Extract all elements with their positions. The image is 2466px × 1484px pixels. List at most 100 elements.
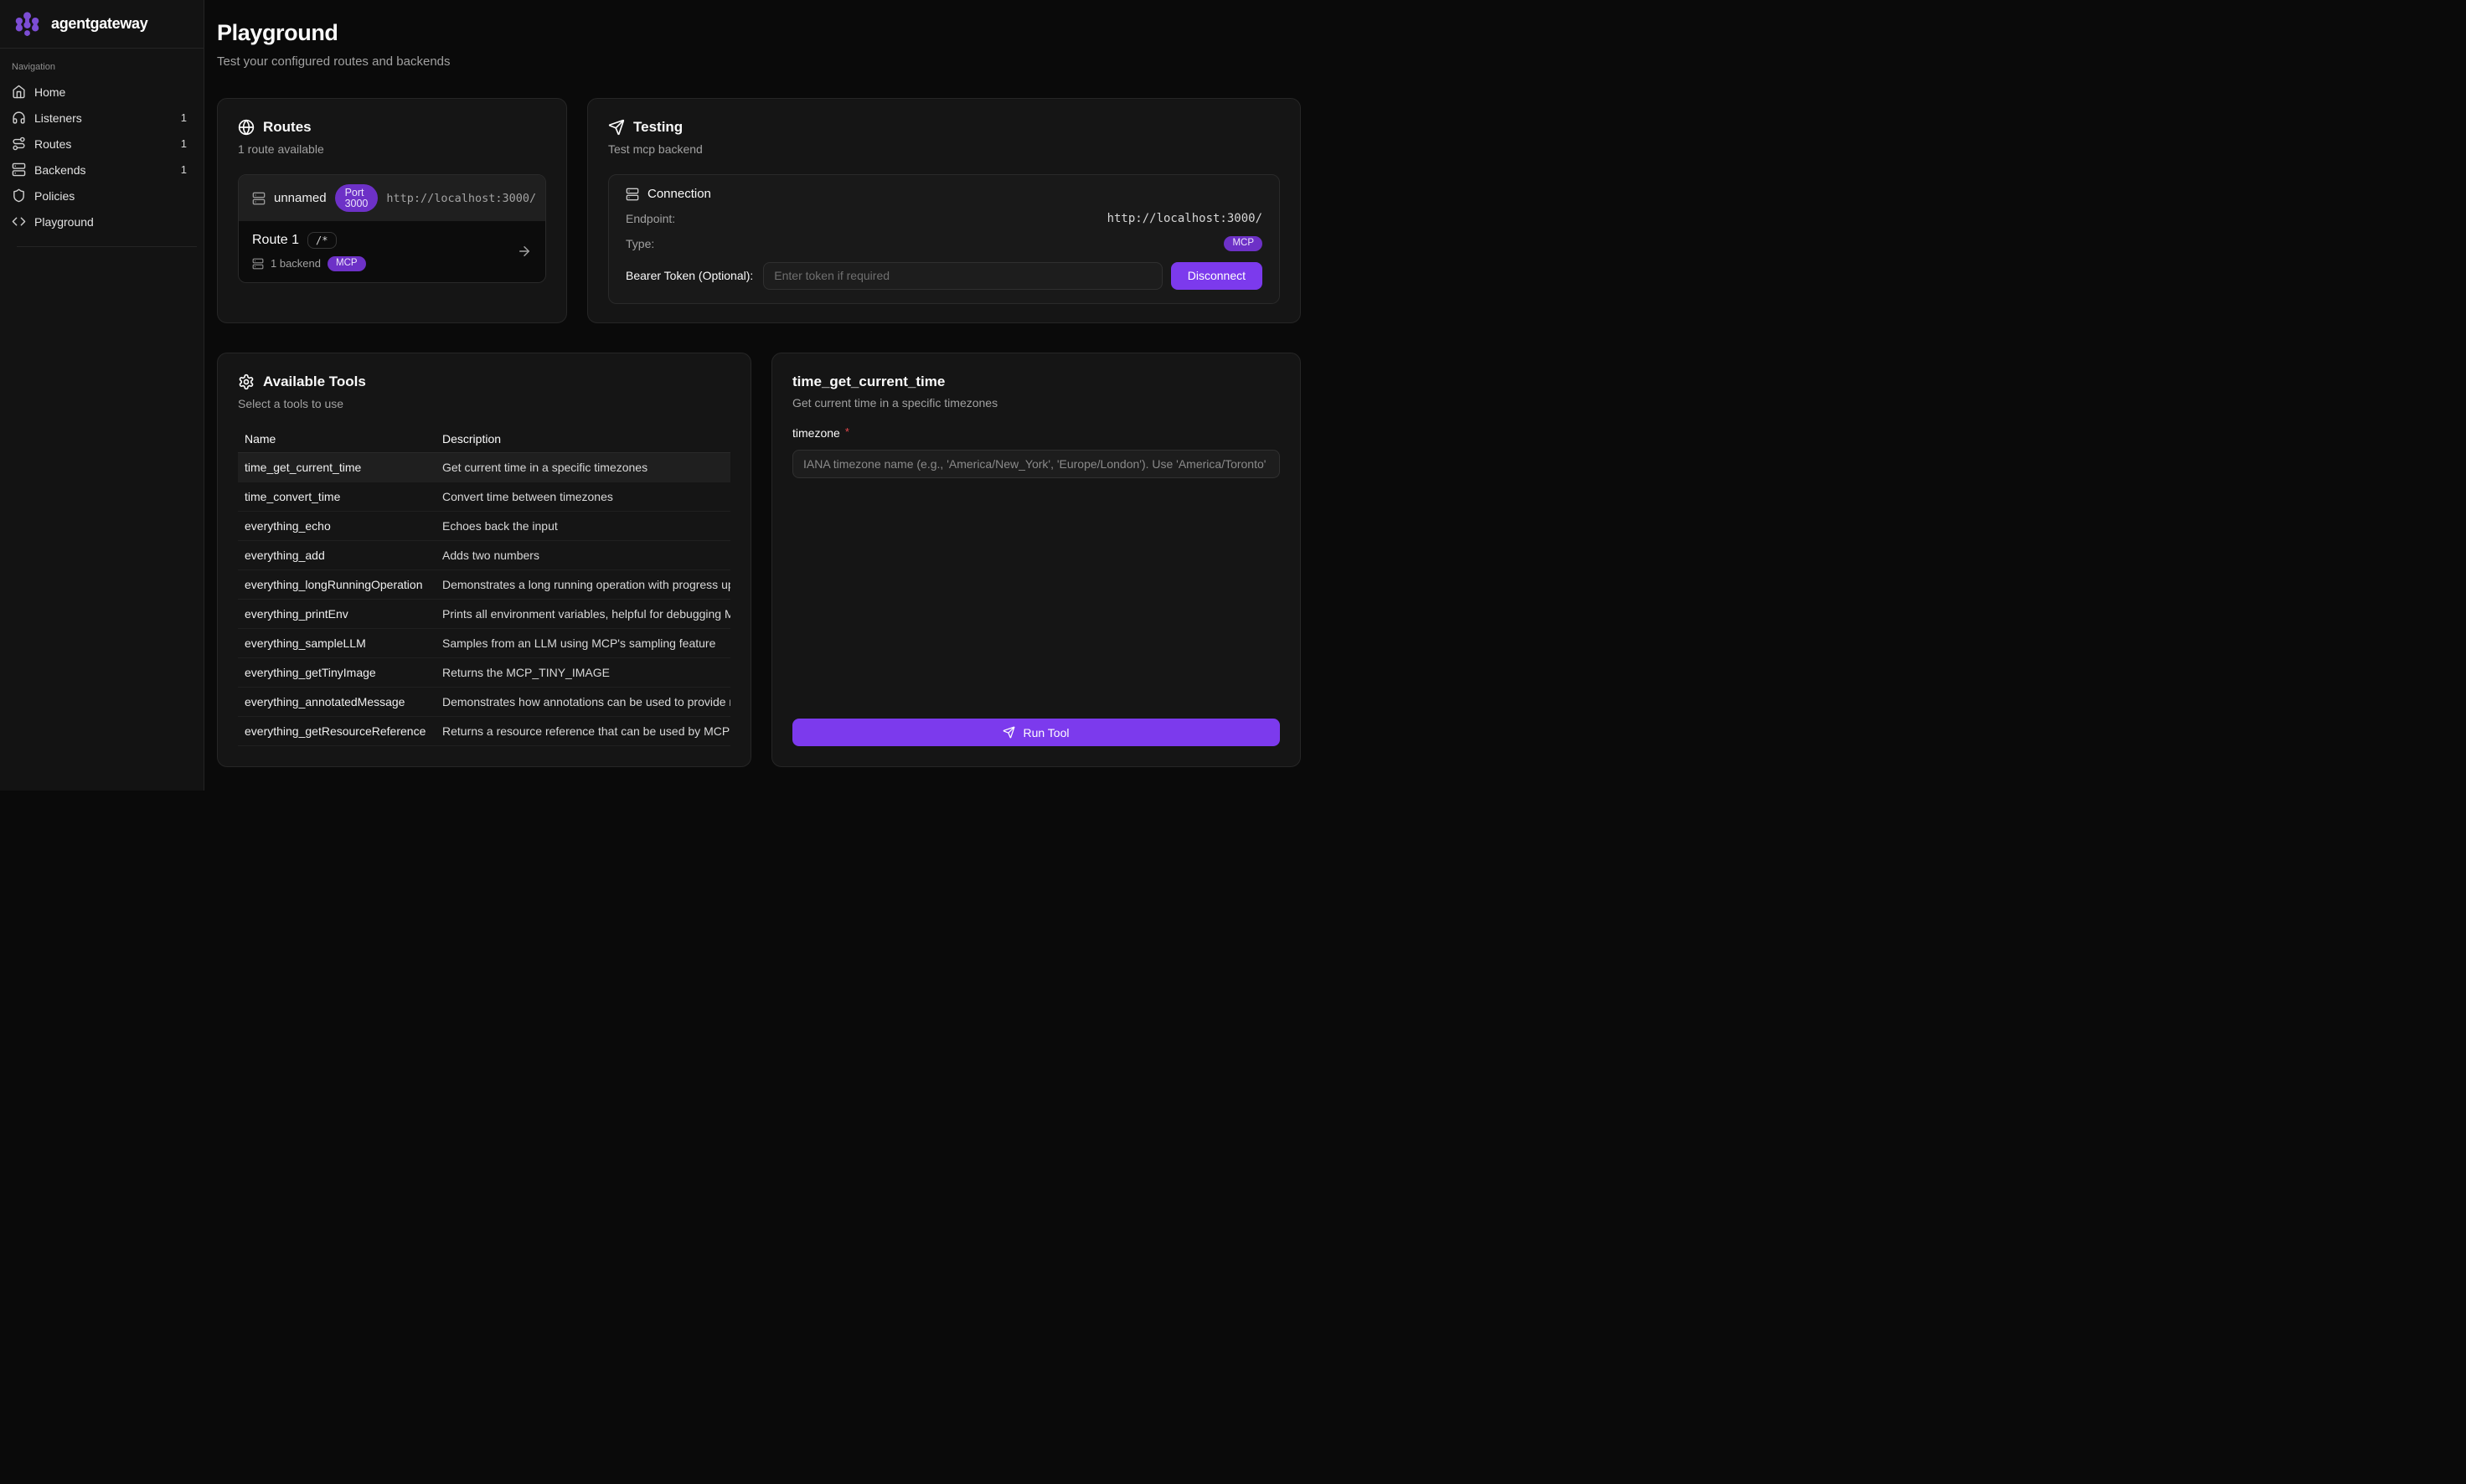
sidebar-item-label: Listeners (34, 111, 173, 125)
tool-description: Adds two numbers (442, 549, 730, 562)
type-badge: MCP (1224, 236, 1262, 251)
tool-name: everything_sampleLLM (238, 636, 442, 650)
connection-title: Connection (647, 187, 711, 201)
tool-name: everything_echo (238, 519, 442, 533)
tool-row[interactable]: everything_printEnv Prints all environme… (238, 600, 730, 629)
run-tool-label: Run Tool (1023, 726, 1069, 739)
tool-row[interactable]: everything_annotatedMessage Demonstrates… (238, 688, 730, 717)
tool-name: everything_printEnv (238, 607, 442, 621)
tools-card-title: Available Tools (263, 374, 366, 390)
sidebar-item-count: 1 (181, 137, 192, 150)
route-row[interactable]: Route 1 /* 1 backend MCP (239, 221, 545, 282)
tool-row[interactable]: everything_add Adds two numbers (238, 541, 730, 570)
testing-card: Testing Test mcp backend Connection Endp… (587, 98, 1301, 323)
tool-description: Prints all environment variables, helpfu… (442, 607, 730, 621)
required-marker: * (845, 426, 849, 437)
connection-panel: Connection Endpoint: http://localhost:30… (608, 174, 1280, 304)
page-subtitle: Test your configured routes and backends (217, 54, 1301, 69)
tool-name: time_convert_time (238, 490, 442, 503)
column-header-name: Name (238, 432, 442, 446)
tool-row[interactable]: time_get_current_time Get current time i… (238, 453, 730, 482)
tool-row[interactable]: everything_getTinyImage Returns the MCP_… (238, 658, 730, 688)
port-badge: Port 3000 (335, 184, 379, 212)
headphones-icon (12, 111, 26, 125)
tool-runner-subtitle: Get current time in a specific timezones (792, 396, 1280, 410)
sidebar-item-routes[interactable]: Routes 1 (7, 131, 197, 157)
tool-row[interactable]: everything_sampleLLM Samples from an LLM… (238, 629, 730, 658)
bearer-token-label: Bearer Token (Optional): (626, 269, 753, 282)
tool-description: Returns the MCP_TINY_IMAGE (442, 666, 730, 679)
globe-icon (238, 119, 255, 136)
code-icon (12, 214, 26, 229)
main-content: Playground Test your configured routes a… (204, 0, 1313, 791)
sidebar-item-home[interactable]: Home (7, 79, 197, 105)
brand[interactable]: agentgateway (0, 0, 204, 49)
tool-name: everything_getResourceReference (238, 724, 442, 738)
run-tool-button[interactable]: Run Tool (792, 719, 1280, 746)
sidebar-item-backends[interactable]: Backends 1 (7, 157, 197, 183)
route-path-badge: /* (307, 232, 336, 249)
tools-table-body: time_get_current_time Get current time i… (238, 453, 730, 746)
tool-description: Returns a resource reference that can be… (442, 724, 730, 738)
sidebar-item-count: 1 (181, 111, 192, 124)
tool-name: everything_getTinyImage (238, 666, 442, 679)
tool-row[interactable]: time_convert_time Convert time between t… (238, 482, 730, 512)
route-type-badge: MCP (328, 256, 366, 271)
column-header-description: Description (442, 432, 730, 446)
arrow-right-icon (517, 244, 532, 259)
listener-row[interactable]: unnamed Port 3000 http://localhost:3000/ (239, 175, 545, 221)
tool-description: Demonstrates how annotations can be used… (442, 695, 730, 709)
tool-name: time_get_current_time (238, 461, 442, 474)
disconnect-button[interactable]: Disconnect (1171, 262, 1262, 290)
routes-card-subtitle: 1 route available (238, 142, 546, 156)
tool-description: Demonstrates a long running operation wi… (442, 578, 730, 591)
route-backend-count: 1 backend (271, 257, 321, 270)
tool-description: Samples from an LLM using MCP's sampling… (442, 636, 730, 650)
sidebar-item-policies[interactable]: Policies (7, 183, 197, 209)
page-title: Playground (217, 20, 1301, 46)
tool-name: everything_longRunningOperation (238, 578, 442, 591)
tools-card-subtitle: Select a tools to use (238, 397, 730, 410)
sidebar: agentgateway Navigation Home Listeners 1… (0, 0, 204, 791)
tool-runner-title: time_get_current_time (792, 374, 1280, 390)
tool-row[interactable]: everything_getResourceReference Returns … (238, 717, 730, 746)
tool-runner-card: time_get_current_time Get current time i… (771, 353, 1301, 767)
routes-card-title: Routes (263, 119, 312, 136)
nav-section-label: Navigation (0, 62, 204, 72)
tool-name: everything_add (238, 549, 442, 562)
route-name: Route 1 (252, 233, 299, 248)
tool-row[interactable]: everything_longRunningOperation Demonstr… (238, 570, 730, 600)
testing-card-title: Testing (633, 119, 683, 136)
tool-name: everything_annotatedMessage (238, 695, 442, 709)
bearer-token-input[interactable] (763, 262, 1162, 290)
tool-description: Echoes back the input (442, 519, 730, 533)
listener-url: http://localhost:3000/ (386, 192, 536, 205)
server-icon (12, 162, 26, 177)
route-icon (12, 137, 26, 151)
timezone-input[interactable] (792, 450, 1280, 478)
type-label: Type: (626, 237, 654, 250)
send-icon (608, 119, 625, 136)
tool-description: Convert time between timezones (442, 490, 730, 503)
sidebar-item-label: Home (34, 85, 192, 99)
tool-description: Get current time in a specific timezones (442, 461, 730, 474)
routes-card: Routes 1 route available unnamed Port 30… (217, 98, 567, 323)
home-icon (12, 85, 26, 99)
testing-card-subtitle: Test mcp backend (608, 142, 1280, 156)
agentgateway-logo-icon (13, 10, 41, 38)
server-icon (626, 188, 639, 201)
nav-divider (17, 246, 197, 247)
gear-icon (238, 374, 255, 390)
endpoint-value: http://localhost:3000/ (1107, 212, 1262, 225)
sidebar-item-listeners[interactable]: Listeners 1 (7, 105, 197, 131)
listener-name: unnamed (274, 191, 327, 205)
sidebar-item-label: Playground (34, 215, 192, 229)
shield-icon (12, 188, 26, 203)
timezone-field-label: timezone (792, 426, 840, 440)
listener-group: unnamed Port 3000 http://localhost:3000/… (238, 174, 546, 283)
sidebar-item-playground[interactable]: Playground (7, 209, 197, 234)
sidebar-item-label: Policies (34, 189, 192, 203)
brand-name: agentgateway (51, 15, 147, 33)
available-tools-card: Available Tools Select a tools to use Na… (217, 353, 751, 767)
tool-row[interactable]: everything_echo Echoes back the input (238, 512, 730, 541)
